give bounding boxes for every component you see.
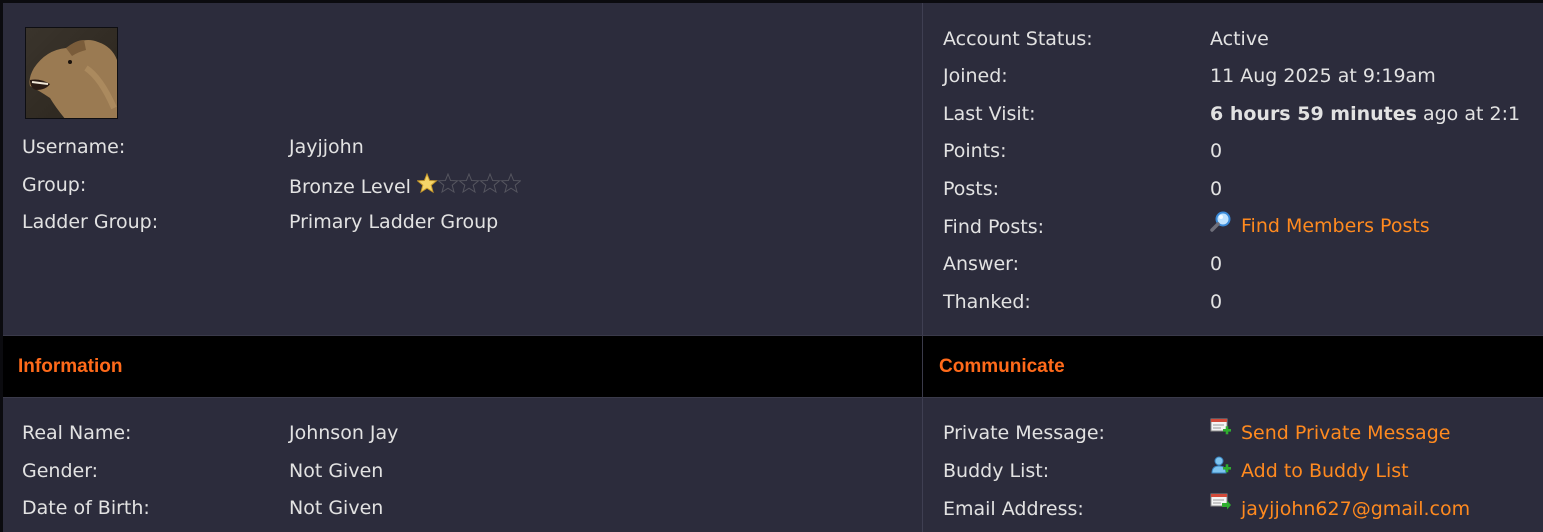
posts-value: 0 xyxy=(1210,178,1223,200)
add-buddy-icon[interactable] xyxy=(1210,454,1232,476)
wolf-avatar-image xyxy=(26,28,117,118)
last-visit-label: Last Visit: xyxy=(943,103,1036,125)
magnifier-icon[interactable] xyxy=(1210,210,1232,232)
find-posts-label: Find Posts: xyxy=(943,216,1045,238)
real-name-label: Real Name: xyxy=(22,422,132,444)
thanked-label: Thanked: xyxy=(943,291,1031,313)
message-add-icon[interactable] xyxy=(1210,416,1232,438)
find-members-posts-link[interactable]: Find Members Posts xyxy=(1241,214,1430,238)
profile-page: Username: Jayjjohn Group: Bronze Level L… xyxy=(0,0,1543,532)
information-heading: Information xyxy=(18,356,123,377)
band-divider xyxy=(922,336,923,399)
username-label: Username: xyxy=(22,136,126,158)
date-of-birth-value: Not Given xyxy=(289,497,384,519)
gender-label: Gender: xyxy=(22,460,99,482)
section-header-band: Information Communicate xyxy=(3,335,1543,399)
avatar xyxy=(25,27,118,119)
column-divider-lower xyxy=(922,398,923,532)
column-divider xyxy=(922,3,923,335)
points-value: 0 xyxy=(1210,140,1223,162)
real-name-value: Johnson Jay xyxy=(289,422,399,444)
answer-label: Answer: xyxy=(943,253,1020,275)
answer-value: 0 xyxy=(1210,253,1223,275)
last-visit-rest: ago at 2:1 xyxy=(1416,103,1521,125)
username-value: Jayjjohn xyxy=(289,136,364,158)
group-label: Group: xyxy=(22,174,87,196)
buddy-list-label: Buddy List: xyxy=(943,460,1050,482)
account-status-label: Account Status: xyxy=(943,28,1093,50)
star-filled-icon xyxy=(416,172,438,194)
group-value: Bronze Level xyxy=(289,176,411,198)
communicate-heading: Communicate xyxy=(939,356,1065,377)
date-of-birth-label: Date of Birth: xyxy=(22,497,150,519)
left-border xyxy=(0,0,3,532)
email-address-label: Email Address: xyxy=(943,498,1084,520)
last-visit-value: 6 hours 59 minutes ago at 2:1 xyxy=(1210,102,1520,126)
add-to-buddy-list-link[interactable]: Add to Buddy List xyxy=(1241,459,1409,483)
points-label: Points: xyxy=(943,140,1007,162)
ladder-group-value: Primary Ladder Group xyxy=(289,211,499,233)
email-address-link[interactable]: jayjjohn627@gmail.com xyxy=(1241,497,1470,521)
star-empty-icon xyxy=(437,172,522,194)
private-message-label: Private Message: xyxy=(943,422,1105,444)
ladder-group-label: Ladder Group: xyxy=(22,211,159,233)
joined-label: Joined: xyxy=(943,65,1008,87)
top-border xyxy=(0,0,1543,3)
send-private-message-link[interactable]: Send Private Message xyxy=(1241,421,1450,445)
email-icon[interactable] xyxy=(1210,491,1232,513)
posts-label: Posts: xyxy=(943,178,1000,200)
joined-value: 11 Aug 2025 at 9:19am xyxy=(1210,65,1436,87)
thanked-value: 0 xyxy=(1210,291,1223,313)
group-value-wrap: Bronze Level xyxy=(289,172,522,201)
account-status-value: Active xyxy=(1210,28,1269,50)
rank-stars xyxy=(416,172,522,201)
gender-value: Not Given xyxy=(289,460,384,482)
last-visit-duration: 6 hours 59 minutes xyxy=(1210,103,1417,125)
